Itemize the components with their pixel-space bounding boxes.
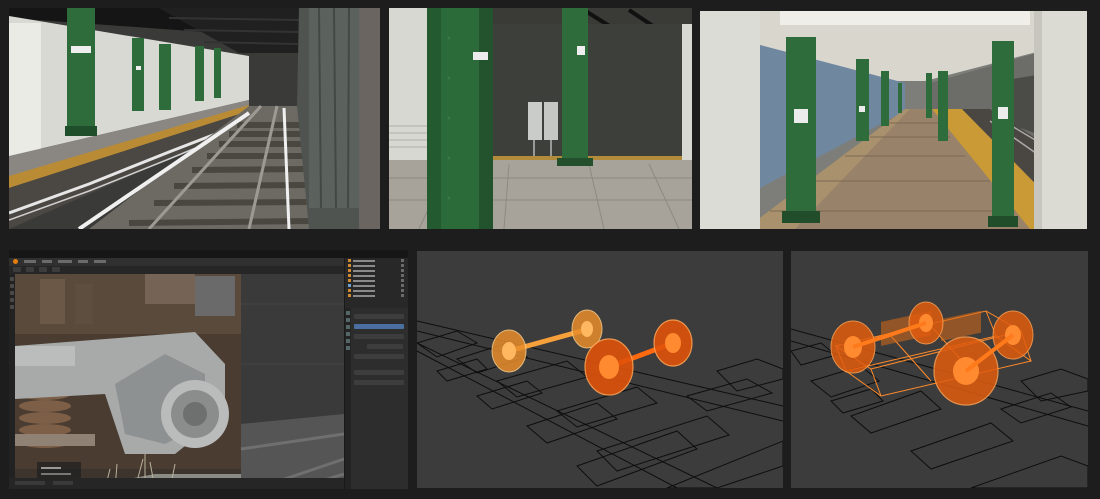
property-field[interactable] bbox=[354, 314, 404, 319]
render-platform-tracks bbox=[9, 8, 380, 229]
outliner-panel[interactable] bbox=[344, 258, 408, 308]
menu-item[interactable] bbox=[42, 260, 52, 263]
eye-icon[interactable] bbox=[401, 269, 404, 272]
render-platform-perspective bbox=[700, 11, 1087, 229]
cursor-tool-icon[interactable] bbox=[10, 277, 14, 281]
footer-item[interactable] bbox=[15, 481, 45, 485]
transform-tool-icon[interactable] bbox=[10, 305, 14, 309]
header-button[interactable] bbox=[52, 267, 60, 272]
header-button[interactable] bbox=[26, 267, 34, 272]
properties-tab-icon[interactable] bbox=[346, 325, 350, 329]
properties-tabs bbox=[345, 308, 351, 489]
properties-tab-icon[interactable] bbox=[346, 311, 350, 315]
header-button[interactable] bbox=[13, 267, 21, 272]
menu-item[interactable] bbox=[58, 260, 72, 263]
blender-logo-icon[interactable] bbox=[13, 259, 18, 264]
property-field[interactable] bbox=[354, 380, 404, 385]
footer-item[interactable] bbox=[53, 481, 73, 485]
viewport-truck-wireframe[interactable] bbox=[791, 251, 1088, 488]
properties-tab-icon[interactable] bbox=[346, 318, 350, 322]
3d-viewport[interactable] bbox=[15, 274, 344, 489]
properties-tab-icon[interactable] bbox=[346, 339, 350, 343]
camera-icon[interactable] bbox=[401, 284, 404, 287]
properties-tab-icon[interactable] bbox=[346, 346, 350, 350]
timeline-bar bbox=[9, 478, 344, 489]
scale-tool-icon[interactable] bbox=[10, 298, 14, 302]
blender-editor bbox=[9, 250, 408, 489]
eye-icon[interactable] bbox=[401, 279, 404, 282]
eye-icon[interactable] bbox=[401, 289, 404, 292]
rotate-tool-icon[interactable] bbox=[10, 291, 14, 295]
menu-item[interactable] bbox=[94, 260, 106, 263]
eye-icon[interactable] bbox=[401, 294, 404, 297]
property-field[interactable] bbox=[354, 324, 404, 329]
eye-icon[interactable] bbox=[401, 274, 404, 277]
property-field[interactable] bbox=[354, 334, 404, 339]
properties-tab-icon[interactable] bbox=[346, 332, 350, 336]
property-field[interactable] bbox=[354, 354, 404, 359]
viewport-wheelsets-wireframe[interactable] bbox=[417, 251, 783, 488]
eye-icon[interactable] bbox=[401, 259, 404, 262]
window-titlebar bbox=[9, 250, 408, 258]
menu-item[interactable] bbox=[24, 260, 36, 263]
property-field[interactable] bbox=[367, 344, 403, 349]
grab-tool-icon[interactable] bbox=[10, 284, 14, 288]
properties-panel[interactable] bbox=[344, 308, 408, 489]
header-button[interactable] bbox=[39, 267, 47, 272]
menu-item[interactable] bbox=[78, 260, 88, 263]
outliner-row[interactable] bbox=[345, 293, 408, 298]
eye-icon[interactable] bbox=[401, 264, 404, 267]
property-field[interactable] bbox=[354, 370, 404, 375]
viewport-header bbox=[9, 266, 344, 274]
render-platform-wall bbox=[389, 8, 692, 229]
